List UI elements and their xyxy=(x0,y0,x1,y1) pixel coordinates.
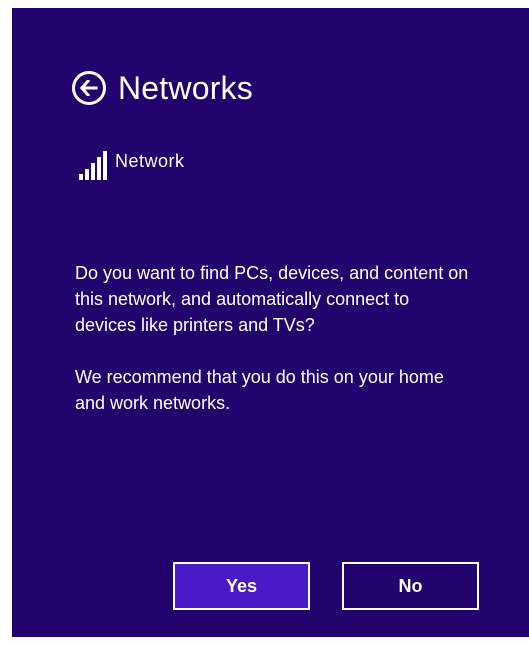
prompt-recommendation: We recommend that you do this on your ho… xyxy=(75,367,444,413)
back-arrow-icon xyxy=(80,80,98,96)
yes-button[interactable]: Yes xyxy=(173,562,310,610)
network-entry: Network xyxy=(79,150,185,180)
prompt-question: Do you want to find PCs, devices, and co… xyxy=(75,263,469,335)
no-button[interactable]: No xyxy=(342,562,479,610)
network-name: Network xyxy=(115,151,185,171)
networks-panel: Networks Network Do you want to find PCs… xyxy=(12,8,529,637)
page-title: Networks xyxy=(118,70,253,106)
back-button[interactable] xyxy=(72,71,106,105)
sharing-prompt: Do you want to find PCs, devices, and co… xyxy=(75,260,475,442)
wifi-signal-icon xyxy=(79,150,111,180)
panel-header: Networks xyxy=(72,68,253,108)
